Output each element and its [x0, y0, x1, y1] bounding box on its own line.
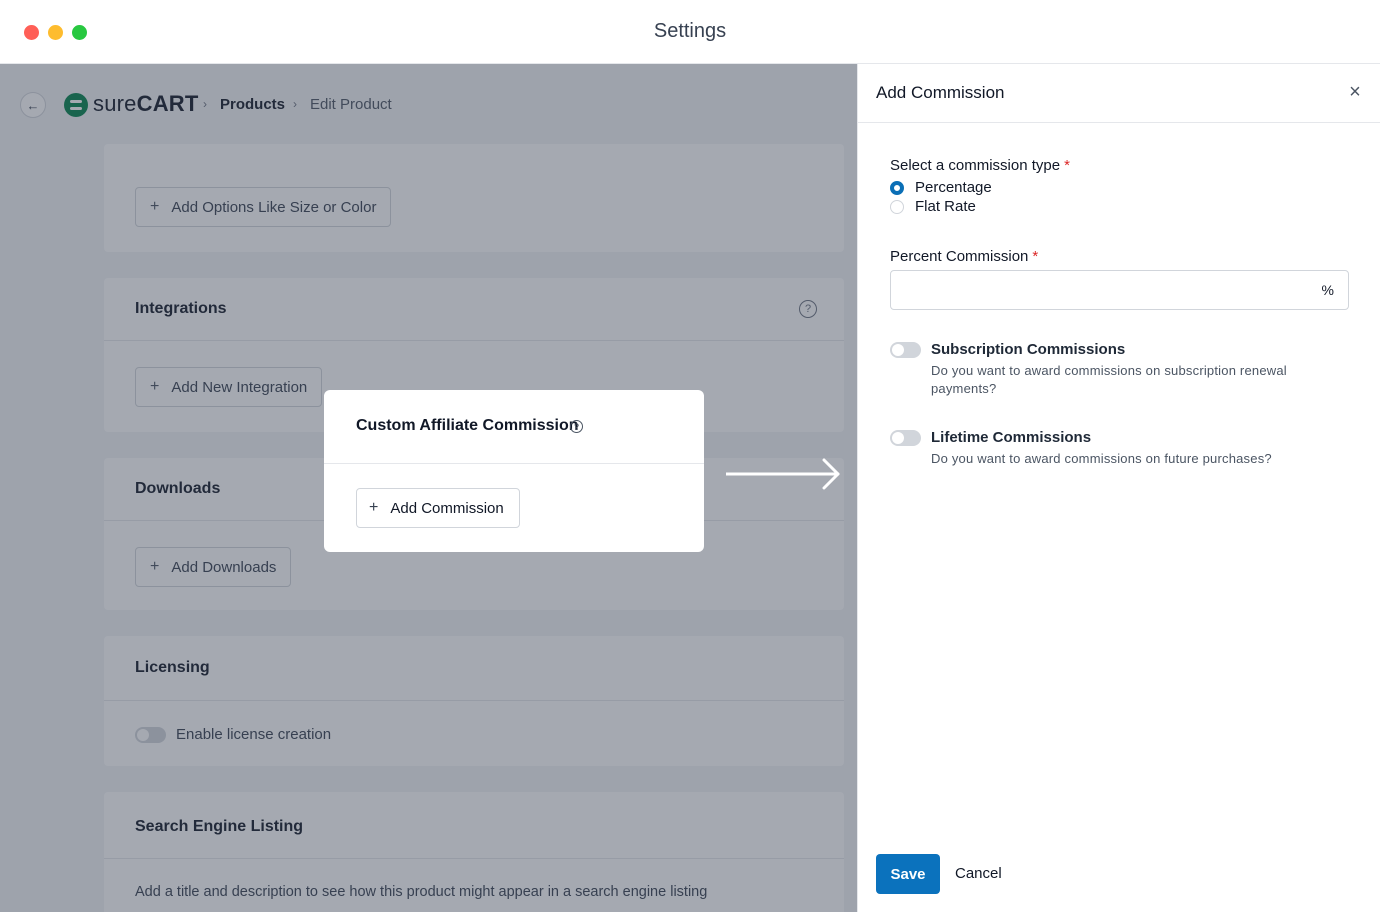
subscription-commissions-toggle[interactable]	[890, 342, 921, 358]
add-downloads-button[interactable]: + Add Downloads	[135, 547, 292, 587]
add-integration-button[interactable]: + Add New Integration	[135, 367, 323, 407]
plus-icon: +	[150, 558, 160, 575]
percent-suffix: %	[1321, 282, 1334, 298]
window-title: Settings	[653, 20, 727, 42]
surecart-logo: sureCART	[93, 91, 199, 116]
divider	[104, 700, 844, 701]
license-toggle-label: Enable license creation	[176, 726, 332, 743]
radio-flat-rate-label[interactable]: Flat Rate	[915, 198, 976, 215]
help-icon[interactable]: ?	[799, 300, 817, 318]
save-button[interactable]: Save	[876, 854, 940, 894]
radio-percentage-label[interactable]: Percentage	[915, 179, 992, 196]
breadcrumb-edit-product: Edit Product	[310, 96, 392, 113]
percent-commission-label: Percent Commission *	[890, 248, 1039, 265]
back-button[interactable]: ←	[20, 92, 46, 118]
chevron-right-icon: ›	[203, 97, 207, 111]
divider	[104, 340, 844, 341]
radio-percentage[interactable]	[890, 181, 904, 195]
plus-icon: +	[150, 378, 160, 395]
subscription-commissions-description: Do you want to award commissions on subs…	[931, 363, 1287, 396]
downloads-title: Downloads	[135, 480, 221, 497]
seo-title: Search Engine Listing	[135, 818, 304, 835]
add-options-button[interactable]: + Add Options Like Size or Color	[135, 187, 392, 227]
percent-commission-input[interactable]	[891, 271, 1311, 309]
plus-icon: +	[150, 198, 160, 215]
seo-description: Add a title and description to see how t…	[135, 884, 708, 900]
integrations-title: Integrations	[135, 300, 227, 317]
subscription-commissions-title: Subscription Commissions	[931, 341, 1126, 358]
window-titlebar: Settings	[0, 0, 1380, 64]
custom-affiliate-commission-card: Custom Affiliate Commission ? + Add Comm…	[324, 390, 704, 552]
divider	[104, 858, 844, 859]
lifetime-commissions-description: Do you want to award commissions on futu…	[931, 451, 1272, 466]
divider	[324, 463, 704, 464]
required-marker: *	[1064, 157, 1070, 174]
license-toggle[interactable]	[135, 727, 166, 743]
help-icon[interactable]: ?	[570, 420, 583, 433]
licensing-title: Licensing	[135, 659, 210, 676]
required-marker: *	[1032, 248, 1039, 265]
chevron-right-icon: ›	[293, 97, 297, 111]
radio-flat-rate[interactable]	[890, 200, 904, 214]
variants-card: + Add Options Like Size or Color	[104, 144, 844, 252]
drawer-title: Add Commission	[876, 83, 1005, 102]
surecart-logo-icon	[64, 93, 88, 117]
arrow-left-icon: ←	[26, 97, 40, 113]
commission-type-label: Select a commission type *	[890, 157, 1070, 174]
licensing-card: Licensing Enable license creation	[104, 636, 844, 766]
lifetime-commissions-toggle[interactable]	[890, 430, 921, 446]
drawer-header: Add Commission ×	[858, 64, 1380, 123]
plus-icon: +	[369, 499, 379, 516]
seo-card: Search Engine Listing Add a title and de…	[104, 792, 844, 912]
cancel-button[interactable]: Cancel	[955, 865, 1002, 882]
app-header: ← sureCART › Products › Edit Product	[0, 64, 857, 144]
popup-title: Custom Affiliate Commission	[356, 417, 579, 434]
percent-commission-field[interactable]: %	[890, 270, 1349, 310]
add-commission-drawer: Add Commission × Select a commission typ…	[857, 64, 1380, 912]
arrow-right-icon	[726, 458, 840, 490]
lifetime-commissions-title: Lifetime Commissions	[931, 429, 1092, 446]
add-commission-button[interactable]: + Add Commission	[356, 488, 520, 528]
close-icon[interactable]: ×	[1345, 82, 1365, 102]
breadcrumb-products[interactable]: Products	[220, 96, 285, 113]
